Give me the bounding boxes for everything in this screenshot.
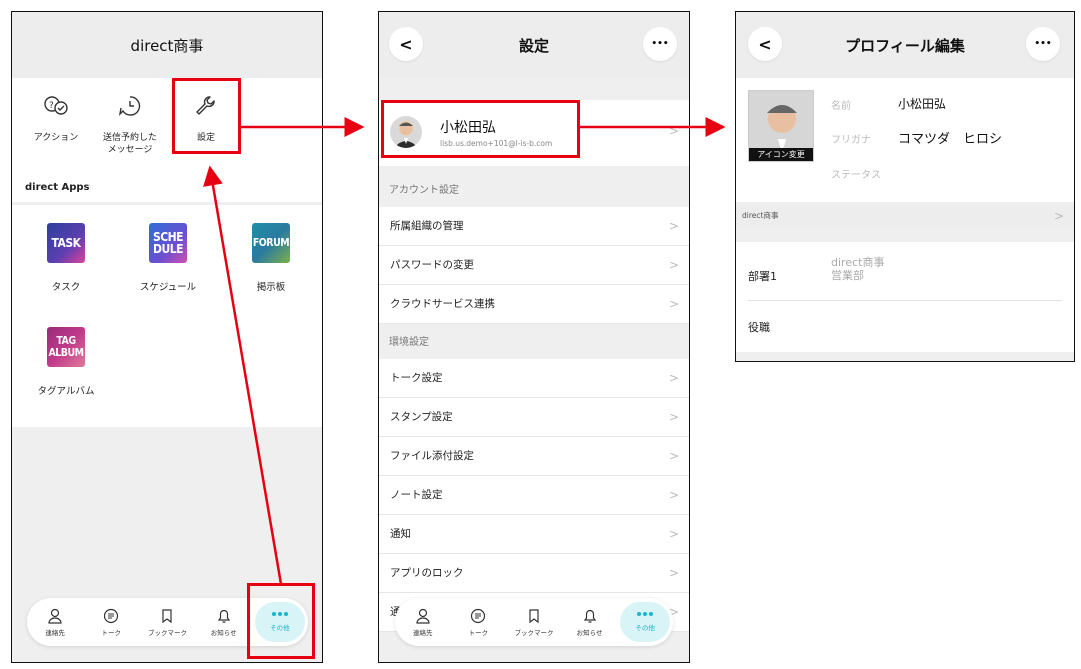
arrow-up [203,165,283,585]
flow-arrows [203,117,726,585]
